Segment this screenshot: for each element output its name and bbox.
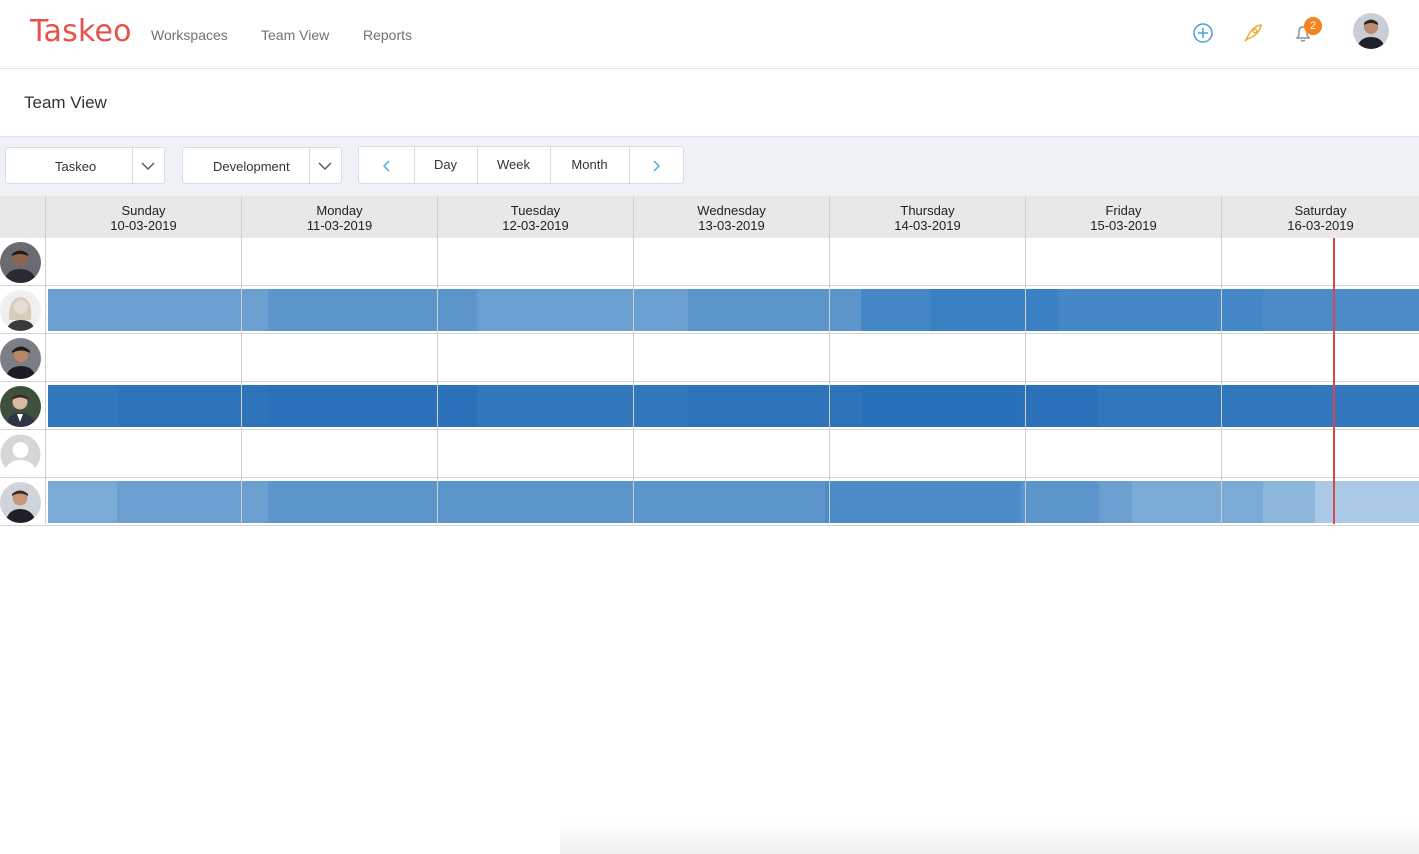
workload-bar[interactable] [48, 481, 1419, 523]
team-member-row[interactable] [0, 238, 1419, 286]
bottom-shadow [560, 822, 1419, 854]
page-header: Team View [0, 69, 1419, 137]
team-member-row[interactable] [0, 334, 1419, 382]
current-time-indicator [1333, 238, 1335, 524]
workload-bar[interactable] [48, 385, 1419, 427]
view-switcher: Day Week Month [358, 146, 684, 184]
day-divider [437, 238, 438, 524]
member-avatar-placeholder[interactable] [0, 434, 41, 475]
chevron-down-icon[interactable] [309, 148, 341, 183]
member-avatar[interactable] [0, 242, 41, 283]
day-header-saturday: Saturday 16-03-2019 [1221, 196, 1419, 238]
day-header-sunday: Sunday 10-03-2019 [45, 196, 241, 238]
day-header-monday: Monday 11-03-2019 [241, 196, 437, 238]
top-bar: Taskeo Workspaces Team View Reports 2 [0, 0, 1419, 69]
view-month-button[interactable]: Month [550, 147, 630, 183]
day-header-friday: Friday 15-03-2019 [1025, 196, 1221, 238]
member-avatar[interactable] [0, 482, 41, 523]
view-day-button[interactable]: Day [414, 147, 478, 183]
view-week-button[interactable]: Week [477, 147, 551, 183]
member-avatar[interactable] [0, 338, 41, 379]
team-member-row[interactable] [0, 286, 1419, 334]
project-select-value: Development [213, 159, 290, 174]
workspace-select-value: Taskeo [55, 159, 97, 174]
filter-toolbar: Taskeo Development Day Week Month [0, 137, 1419, 196]
day-header-thursday: Thursday 14-03-2019 [829, 196, 1025, 238]
prev-period-button[interactable] [359, 147, 415, 183]
workspace-select[interactable]: Taskeo [5, 147, 165, 184]
chevron-left-icon [382, 160, 389, 172]
user-avatar[interactable] [1353, 13, 1389, 49]
plus-circle-icon[interactable] [1190, 20, 1216, 46]
day-header-wednesday: Wednesday 13-03-2019 [633, 196, 829, 238]
chevron-right-icon [653, 160, 660, 172]
team-member-row[interactable] [0, 478, 1419, 526]
notification-badge: 2 [1304, 17, 1322, 35]
member-avatar[interactable] [0, 290, 41, 331]
day-header-tuesday: Tuesday 12-03-2019 [437, 196, 633, 238]
workload-bar[interactable] [48, 289, 1419, 331]
project-select[interactable]: Development [182, 147, 342, 184]
day-divider [633, 238, 634, 524]
nav-team-view[interactable]: Team View [261, 27, 329, 43]
day-divider [829, 238, 830, 524]
day-divider [241, 238, 242, 524]
nav-workspaces[interactable]: Workspaces [151, 27, 228, 43]
team-calendar: Sunday 10-03-2019 Monday 11-03-2019 Tuesda… [0, 196, 1419, 526]
page-title: Team View [24, 93, 107, 112]
nav-reports[interactable]: Reports [363, 27, 412, 43]
team-member-row[interactable] [0, 430, 1419, 478]
app-logo[interactable]: Taskeo [30, 14, 132, 49]
day-divider [1221, 238, 1222, 524]
day-divider [1025, 238, 1026, 524]
avatar-column-divider [45, 196, 46, 524]
team-member-row[interactable] [0, 382, 1419, 430]
chevron-down-icon[interactable] [132, 148, 164, 183]
member-avatar[interactable] [0, 386, 41, 427]
next-period-button[interactable] [629, 147, 683, 183]
calendar-corner [0, 196, 45, 238]
rocket-icon[interactable] [1240, 20, 1266, 46]
